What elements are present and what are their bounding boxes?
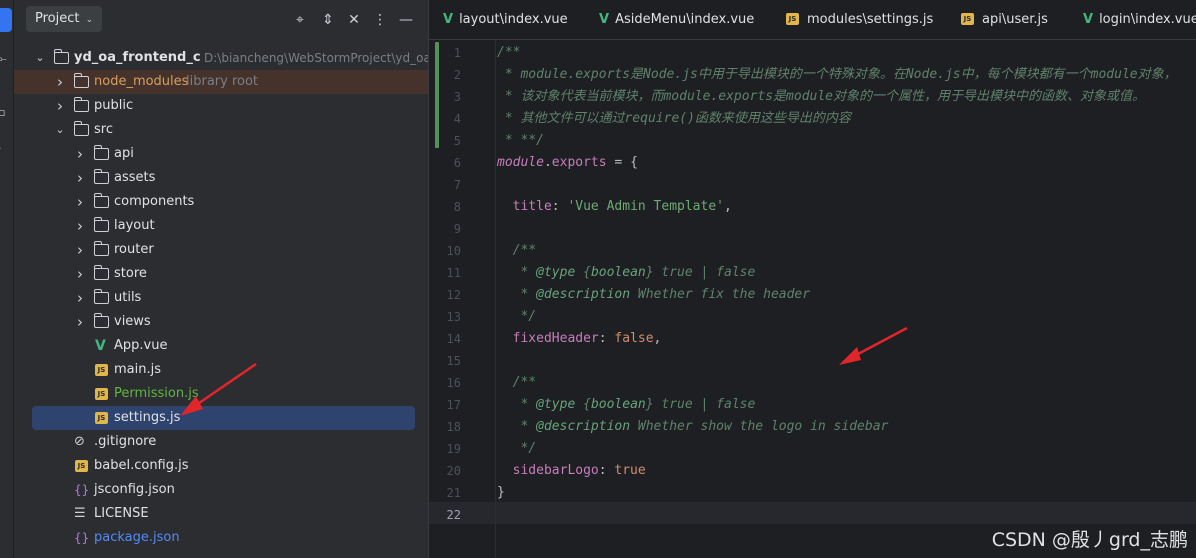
tree-annotation-arrow [180,362,257,416]
editor-arrow-head [839,347,861,365]
watermark: CSDN @殷丿grd_志鹏 [991,529,1188,551]
annotation-arrows [839,326,908,365]
tree-arrow-head [180,396,203,416]
editor-area: Vlayout\index.vue V AsideMenu\index.vue JS m… [428,0,1196,558]
